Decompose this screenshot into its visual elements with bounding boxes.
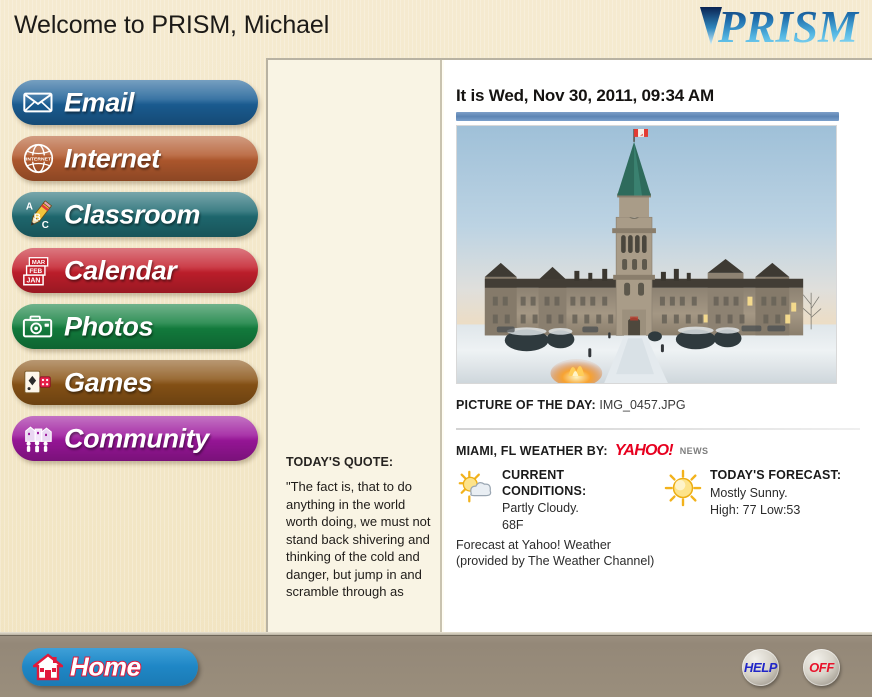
sidebar-nav: Email INTERNET Internet A B C Classroom …: [0, 58, 266, 634]
todays-forecast-block: TODAY'S FORECAST: Mostly Sunny. High: 77…: [664, 468, 841, 533]
sun-behind-cloud-icon: [458, 470, 492, 503]
forecast-condition-value: Mostly Sunny.: [710, 485, 788, 500]
forecast-heading: TODAY'S FORECAST:: [710, 468, 842, 482]
svg-text:A: A: [26, 201, 33, 212]
todays-forecast-text: TODAY'S FORECAST: Mostly Sunny. High: 77…: [710, 468, 841, 533]
sun-icon: [664, 469, 702, 507]
sidebar-item-games[interactable]: Games: [12, 360, 258, 405]
weather-credit-line-1: Forecast at Yahoo! Weather: [456, 538, 611, 552]
current-conditions-text: CURRENT CONDITIONS: Partly Cloudy. 68F: [502, 468, 646, 533]
weather-columns: CURRENT CONDITIONS: Partly Cloudy. 68F T…: [456, 468, 872, 533]
sidebar-item-community[interactable]: Community: [12, 416, 258, 461]
sidebar-item-label: Community: [64, 423, 209, 453]
weather-header: MIAMI, FL WEATHER BY: YAHOO! NEWS: [456, 443, 872, 459]
picture-of-the-day-image[interactable]: [456, 125, 837, 384]
forecast-high-low-value: High: 77 Low:53: [710, 502, 801, 517]
prism-logo: PRISM: [700, 2, 860, 51]
quote-column: TODAY'S QUOTE: "The fact is, that to do …: [268, 60, 442, 634]
svg-text:PRISM: PRISM: [717, 2, 860, 51]
sidebar-item-internet[interactable]: INTERNET Internet: [12, 136, 258, 181]
section-divider: [456, 428, 860, 430]
current-condition-value: Partly Cloudy.: [502, 501, 579, 515]
house-icon: [30, 653, 66, 681]
sidebar-item-label: Games: [64, 367, 153, 397]
current-conditions-heading: CURRENT CONDITIONS:: [502, 468, 587, 498]
date-divider-bar: [456, 112, 839, 121]
current-temperature-value: 68F: [502, 518, 524, 532]
sidebar-item-label: Classroom: [64, 199, 200, 229]
sidebar-item-photos[interactable]: Photos: [12, 304, 258, 349]
yahoo-logo: YAHOO!: [614, 442, 674, 459]
help-button[interactable]: HELP: [742, 649, 779, 686]
envelope-icon: [21, 87, 55, 119]
sidebar-item-label: Email: [64, 87, 135, 117]
potd-label: PICTURE OF THE DAY:: [456, 398, 596, 412]
current-conditions-block: CURRENT CONDITIONS: Partly Cloudy. 68F: [456, 468, 646, 533]
weather-city-label: MIAMI, FL WEATHER BY:: [456, 444, 608, 458]
sidebar-item-email[interactable]: Email: [12, 80, 258, 125]
cards-dice-icon: [21, 367, 55, 399]
power-off-button[interactable]: OFF: [803, 649, 840, 686]
main-content-panel: TODAY'S QUOTE: "The fact is, that to do …: [266, 58, 872, 634]
camera-icon: [21, 311, 55, 343]
svg-text:JAN: JAN: [26, 277, 40, 284]
svg-text:FEB: FEB: [29, 268, 42, 275]
yahoo-news-label: NEWS: [679, 446, 709, 456]
svg-text:INTERNET: INTERNET: [25, 157, 50, 163]
home-button[interactable]: Home: [22, 648, 198, 686]
abc-pencil-icon: A B C: [21, 199, 55, 231]
calendar-months-icon: MAR FEB JAN: [21, 255, 55, 287]
svg-text:B: B: [34, 212, 41, 223]
sidebar-item-label: Internet: [64, 143, 160, 173]
weather-credit-line-2: (provided by The Weather Channel): [456, 554, 655, 568]
current-date-time: It is Wed, Nov 30, 2011, 09:34 AM: [456, 86, 714, 105]
quote-text: "The fact is, that to do anything in the…: [286, 479, 431, 599]
sidebar-item-label: Photos: [64, 311, 154, 341]
sidebar-item-classroom[interactable]: A B C Classroom: [12, 192, 258, 237]
weather-credit: Forecast at Yahoo! Weather (provided by …: [456, 537, 872, 569]
potd-filename: IMG_0457.JPG: [599, 398, 686, 412]
svg-text:C: C: [42, 220, 49, 230]
quote-heading: TODAY'S QUOTE:: [286, 455, 394, 469]
globe-internet-icon: INTERNET: [21, 143, 55, 175]
home-button-label: Home: [69, 651, 142, 683]
header-bar: Welcome to PRISM, Michael PRISM: [0, 0, 872, 55]
content-column: It is Wed, Nov 30, 2011, 09:34 AM PICTUR…: [444, 60, 872, 634]
picture-of-the-day-caption: PICTURE OF THE DAY: IMG_0457.JPG: [456, 398, 872, 412]
sidebar-item-label: Calendar: [64, 255, 177, 285]
page-title: Welcome to PRISM, Michael: [14, 11, 330, 39]
sidebar-item-calendar[interactable]: MAR FEB JAN Calendar: [12, 248, 258, 293]
prism-app-window: Welcome to PRISM, Michael PRISM Email IN…: [0, 0, 872, 697]
people-buildings-icon: [21, 423, 55, 455]
footer-bar: Home HELP OFF: [0, 632, 872, 697]
